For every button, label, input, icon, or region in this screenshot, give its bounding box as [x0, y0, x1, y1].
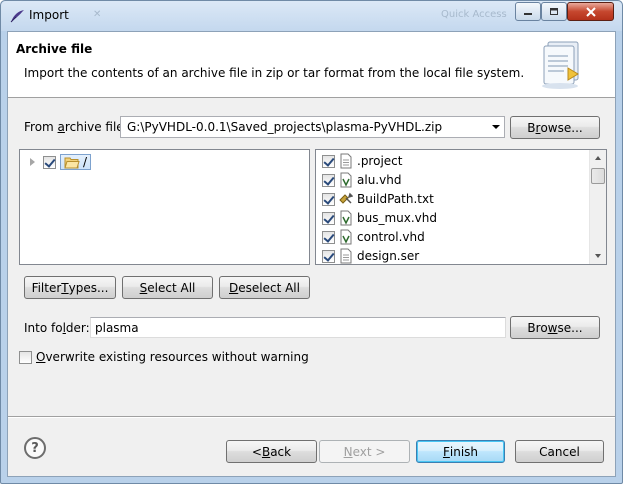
- tree-root-label: /: [83, 155, 88, 169]
- title-bar[interactable]: Import ✕ Quick Access: [1, 1, 622, 31]
- archive-file-value: G:\PyVHDL-0.0.1\Saved_projects\plasma-Py…: [127, 120, 443, 134]
- file-name: control.vhd: [357, 230, 425, 244]
- open-folder-icon: [64, 157, 80, 168]
- archive-file-combo[interactable]: G:\PyVHDL-0.0.1\Saved_projects\plasma-Py…: [120, 116, 505, 138]
- help-icon[interactable]: ?: [24, 437, 46, 459]
- close-button[interactable]: [567, 2, 614, 21]
- overwrite-option[interactable]: Overwrite existing resources without war…: [19, 350, 309, 364]
- file-name: design.ser: [357, 249, 420, 263]
- list-item[interactable]: BuildPath.txt: [322, 190, 434, 208]
- folder-browse-button[interactable]: Bro w se...: [510, 316, 600, 339]
- wizard-banner: Archive file Import the contents of an a…: [8, 32, 615, 98]
- into-folder-label: Into folder:: [24, 321, 90, 335]
- file-icon: [340, 153, 352, 169]
- file-checkbox[interactable]: [322, 230, 335, 244]
- file-checkbox[interactable]: [322, 154, 335, 168]
- into-folder-input[interactable]: plasma: [90, 317, 506, 338]
- folder-tree[interactable]: /: [19, 149, 310, 265]
- overwrite-checkbox[interactable]: [19, 350, 32, 364]
- file-list-scrollbar[interactable]: [589, 150, 606, 264]
- file-name: .project: [357, 154, 403, 168]
- minimize-button[interactable]: [515, 2, 541, 21]
- list-item[interactable]: control.vhd: [322, 228, 425, 246]
- tree-root-checkbox[interactable]: [43, 155, 56, 169]
- back-button[interactable]: < Back: [226, 440, 317, 463]
- finish-button[interactable]: Finish: [416, 440, 505, 463]
- page-description: Import the contents of an archive file i…: [24, 66, 525, 80]
- archive-browse-button[interactable]: Br owse...: [510, 116, 600, 139]
- background-close-icon: ✕: [93, 9, 102, 20]
- tree-root-node[interactable]: /: [60, 154, 92, 170]
- cancel-button[interactable]: Cancel: [515, 440, 604, 463]
- next-button[interactable]: Next >: [319, 440, 410, 463]
- page-title: Archive file: [16, 42, 93, 56]
- scrollbar-thumb[interactable]: [591, 168, 605, 184]
- deselect-all-button[interactable]: Deselect All: [219, 276, 310, 299]
- text-file-icon: [339, 192, 353, 204]
- filter-types-button[interactable]: Filter Types...: [24, 276, 116, 299]
- select-all-button[interactable]: Select All: [122, 276, 213, 299]
- background-quick-access-text: Quick Access: [441, 9, 507, 20]
- close-icon: [585, 6, 596, 17]
- tree-root-row[interactable]: /: [24, 154, 92, 170]
- vhdl-file-icon: [340, 229, 352, 245]
- minimize-icon: [524, 12, 532, 15]
- file-name: alu.vhd: [357, 173, 402, 187]
- eclipse-feather-icon: [10, 10, 24, 23]
- window-title: Import: [29, 8, 69, 22]
- vhdl-file-icon: [340, 172, 352, 188]
- expand-arrow-icon[interactable]: [30, 158, 35, 166]
- dialog-client-area: Archive file Import the contents of an a…: [7, 31, 616, 477]
- archive-file-label: From archive file:: [24, 120, 128, 134]
- file-name: bus_mux.vhd: [357, 211, 438, 225]
- vhdl-file-icon: [340, 210, 352, 226]
- button-bar-separator: [8, 416, 615, 418]
- maximize-icon: [550, 8, 558, 15]
- list-item[interactable]: alu.vhd: [322, 171, 401, 189]
- file-checkbox[interactable]: [322, 211, 335, 225]
- list-item[interactable]: bus_mux.vhd: [322, 209, 437, 227]
- file-icon: [340, 248, 352, 264]
- file-checkbox[interactable]: [322, 192, 335, 206]
- file-name: BuildPath.txt: [357, 192, 434, 206]
- chevron-down-icon[interactable]: [492, 125, 500, 129]
- import-dialog-window: Import ✕ Quick Access Archive file Impor…: [0, 0, 623, 484]
- scroll-up-icon[interactable]: [595, 156, 601, 160]
- file-checkbox[interactable]: [322, 173, 335, 187]
- import-wizard-icon: [542, 41, 579, 89]
- file-list[interactable]: .project alu.vhd BuildPath.txt bus_mux.v…: [315, 149, 607, 265]
- maximize-button[interactable]: [541, 2, 567, 21]
- scroll-down-icon[interactable]: [595, 254, 601, 258]
- list-item[interactable]: design.ser: [322, 247, 420, 264]
- overwrite-label: Overwrite existing resources without war…: [36, 350, 309, 364]
- list-item[interactable]: .project: [322, 152, 402, 170]
- file-checkbox[interactable]: [322, 249, 335, 263]
